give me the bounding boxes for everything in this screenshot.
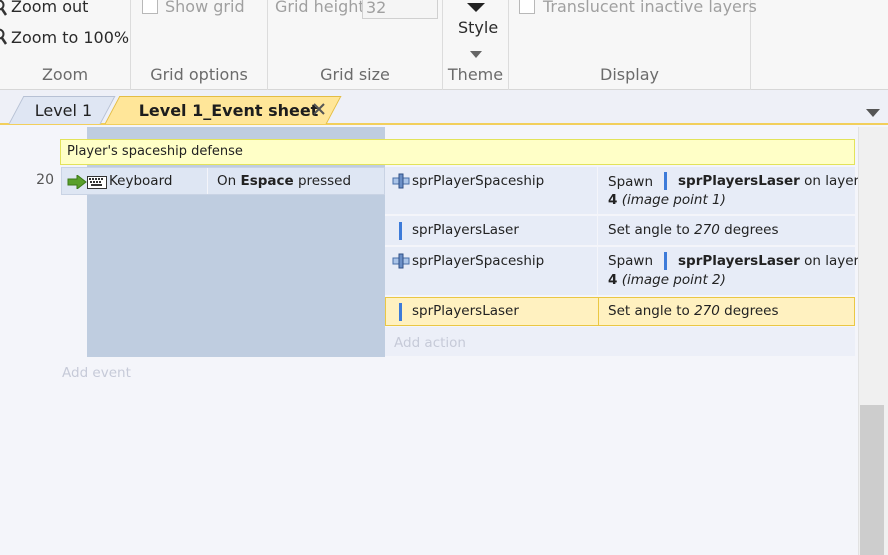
chevron-down-icon[interactable] <box>470 44 482 63</box>
action-text-line2: 4 (image point 1) <box>608 192 726 208</box>
theme-group: Style Theme <box>443 0 509 90</box>
action-text: Spawn <box>608 253 654 269</box>
action-divider <box>597 247 598 295</box>
grid-size-group: Grid height 32 Grid size <box>268 0 443 90</box>
zoom-to-100-button[interactable]: Zoom to 100% <box>11 28 129 47</box>
magnifier-icon <box>0 28 8 50</box>
zoom-group-label: Zoom <box>41 65 89 84</box>
action-row[interactable]: sprPlayerSpaceship Spawn sprPlayersLaser… <box>385 247 859 296</box>
object-marker <box>399 222 402 240</box>
scrollbar-thumb[interactable] <box>860 405 884 555</box>
action-row-selected[interactable]: sprPlayersLaser Set angle to 270 degrees <box>385 297 855 326</box>
action-text: Set angle to 270 degrees <box>608 222 779 238</box>
action-row[interactable]: sprPlayerSpaceship Spawn sprPlayersLaser… <box>385 167 859 215</box>
event-arrow-icon <box>67 173 87 193</box>
ribbon: Zoom out Zoom to 100% Zoom Show grid Gri… <box>0 0 888 90</box>
condition-text: On Espace pressed <box>217 173 352 189</box>
object-marker <box>664 252 667 270</box>
grid-options-label: Grid options <box>150 65 248 84</box>
close-tab-icon[interactable] <box>312 101 326 120</box>
translucent-checkbox[interactable] <box>519 0 535 14</box>
tab-level-1-event-sheet[interactable]: Level 1_Event sheet <box>104 96 342 124</box>
action-object: sprPlayersLaser <box>412 303 519 319</box>
style-icon <box>465 0 487 17</box>
add-action-above[interactable]: Add action <box>395 127 467 131</box>
event-sheet: Add action Player's spaceship defense 20… <box>0 127 888 555</box>
object-marker <box>664 172 667 190</box>
show-grid-label: Show grid <box>165 0 245 16</box>
action-text: Set angle to 270 degrees <box>608 303 779 319</box>
keyboard-icon <box>87 174 107 193</box>
vertical-scrollbar[interactable] <box>858 127 888 555</box>
add-action-link[interactable]: Add action <box>394 335 466 351</box>
object-marker <box>399 303 402 321</box>
action-object: sprPlayersLaser <box>412 222 519 238</box>
action-text-line2: 4 (image point 2) <box>608 272 726 288</box>
condition-divider <box>207 168 208 194</box>
style-button[interactable]: Style <box>458 18 498 37</box>
action-divider <box>597 167 598 214</box>
magnifier-icon <box>0 0 8 20</box>
action-text-cont: sprPlayersLaser on layer <box>678 173 860 189</box>
grid-size-label: Grid size <box>320 65 390 84</box>
event-number: 20 <box>36 172 54 188</box>
action-object: sprPlayerSpaceship <box>412 173 545 189</box>
action-divider <box>598 298 599 325</box>
translucent-label: Translucent inactive layers <box>543 0 757 16</box>
action-divider <box>597 216 598 245</box>
document-tabs: Level 1 Level 1_Event sheet <box>0 90 888 125</box>
action-row[interactable]: sprPlayersLaser Set angle to 270 degrees <box>385 216 855 246</box>
display-group-label: Display <box>600 65 659 84</box>
action-text-cont: sprPlayersLaser on layer <box>678 253 860 269</box>
grid-height-input[interactable]: 32 <box>362 0 438 19</box>
sprite-icon <box>391 173 411 189</box>
grid-height-label: Grid height <box>275 0 365 16</box>
action-text: Spawn <box>608 174 654 190</box>
sprite-icon <box>391 253 411 269</box>
theme-group-label: Theme <box>447 65 504 84</box>
add-action-row[interactable]: Add action <box>385 327 855 357</box>
zoom-group: Zoom out Zoom to 100% Zoom <box>0 0 131 90</box>
add-event-link[interactable]: Add event <box>62 365 131 381</box>
action-object: sprPlayerSpaceship <box>412 253 545 269</box>
condition-row[interactable]: Keyboard On Espace pressed <box>61 167 385 195</box>
grid-options-group: Show grid Grid options <box>131 0 268 90</box>
event-comment[interactable]: Player's spaceship defense <box>60 139 855 165</box>
tab-level-1[interactable]: Level 1 <box>8 96 116 124</box>
tab-list-dropdown-icon[interactable] <box>866 103 880 122</box>
display-group: Translucent inactive layers Display <box>509 0 757 90</box>
zoom-out-button[interactable]: Zoom out <box>11 0 88 16</box>
show-grid-checkbox[interactable] <box>142 0 158 14</box>
condition-object: Keyboard <box>109 173 173 189</box>
